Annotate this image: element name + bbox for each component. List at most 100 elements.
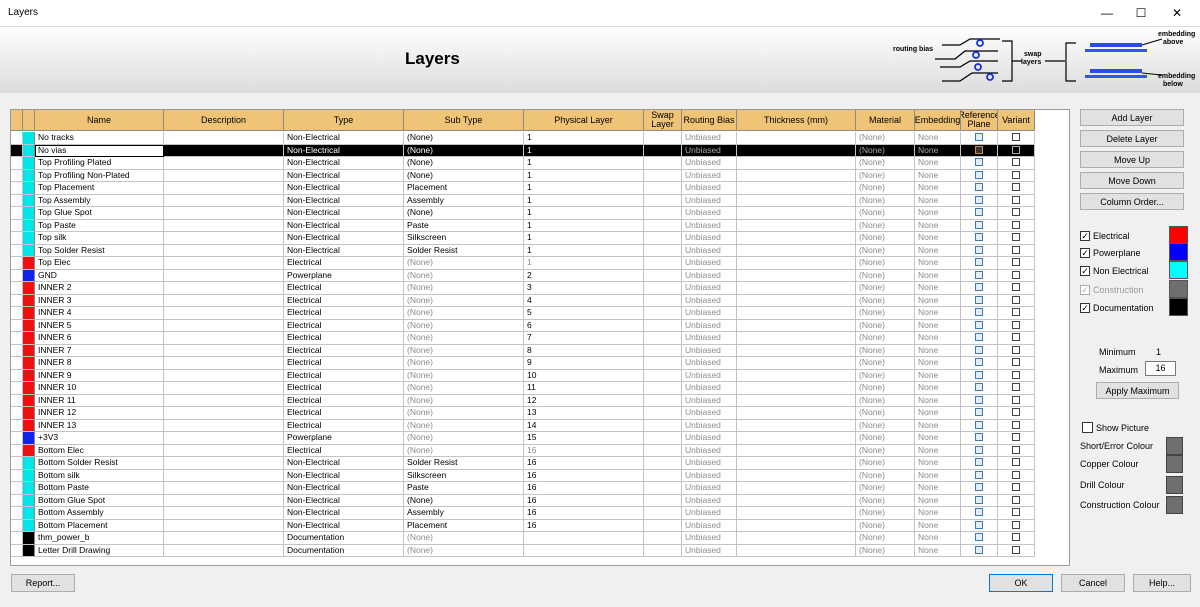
column-header-desc[interactable]: Description	[164, 110, 284, 131]
thickness-cell[interactable]	[737, 382, 856, 395]
variant-cell[interactable]	[998, 394, 1035, 407]
variant-checkbox[interactable]	[1012, 520, 1020, 529]
subtype-cell[interactable]: (None)	[404, 332, 524, 345]
embedding-cell[interactable]: None	[915, 257, 961, 270]
thickness-cell[interactable]	[737, 532, 856, 545]
row-selector[interactable]	[11, 444, 23, 457]
description-cell[interactable]	[164, 419, 284, 432]
layer-name-cell[interactable]: Top Placement	[35, 182, 164, 195]
type-cell[interactable]: Non-Electrical	[284, 194, 404, 207]
variant-cell[interactable]	[998, 157, 1035, 170]
variant-checkbox[interactable]	[1012, 470, 1020, 479]
layer-name-cell[interactable]: Bottom Paste	[35, 482, 164, 495]
thickness-cell[interactable]	[737, 294, 856, 307]
layer-name-cell[interactable]: Bottom silk	[35, 469, 164, 482]
swap-layer-cell[interactable]	[644, 332, 682, 345]
physical-layer-cell[interactable]: 15	[524, 432, 644, 445]
variant-checkbox[interactable]	[1012, 145, 1020, 154]
description-cell[interactable]	[164, 469, 284, 482]
subtype-cell[interactable]: (None)	[404, 432, 524, 445]
layer-color-swatch[interactable]	[23, 357, 35, 370]
swap-layer-cell[interactable]	[644, 494, 682, 507]
description-cell[interactable]	[164, 207, 284, 220]
construction-colour-swatch[interactable]	[1166, 496, 1183, 514]
material-cell[interactable]: (None)	[856, 282, 915, 295]
subtype-cell[interactable]: (None)	[404, 144, 524, 157]
swap-layer-cell[interactable]	[644, 344, 682, 357]
variant-cell[interactable]	[998, 257, 1035, 270]
row-selector[interactable]	[11, 357, 23, 370]
type-cell[interactable]: Non-Electrical	[284, 144, 404, 157]
row-selector[interactable]	[11, 144, 23, 157]
subtype-cell[interactable]: Assembly	[404, 507, 524, 520]
embedding-cell[interactable]: None	[915, 332, 961, 345]
layer-name-cell[interactable]: INNER 9	[35, 369, 164, 382]
swap-layer-cell[interactable]	[644, 357, 682, 370]
column-header-name[interactable]: Name	[35, 110, 164, 131]
layer-color-swatch[interactable]	[23, 332, 35, 345]
type-cell[interactable]: Powerplane	[284, 432, 404, 445]
type-cell[interactable]: Electrical	[284, 344, 404, 357]
thickness-cell[interactable]	[737, 307, 856, 320]
swap-layer-cell[interactable]	[644, 532, 682, 545]
physical-layer-cell[interactable]: 5	[524, 307, 644, 320]
layer-color-swatch[interactable]	[23, 219, 35, 232]
embedding-cell[interactable]: None	[915, 369, 961, 382]
row-selector[interactable]	[11, 344, 23, 357]
type-cell[interactable]: Electrical	[284, 369, 404, 382]
reference-plane-checkbox[interactable]	[975, 133, 983, 142]
routing-bias-cell[interactable]: Unbiased	[682, 432, 737, 445]
reference-plane-checkbox[interactable]	[975, 370, 983, 379]
drill-colour-swatch[interactable]	[1166, 476, 1183, 494]
layer-color-swatch[interactable]	[23, 232, 35, 245]
routing-bias-cell[interactable]: Unbiased	[682, 369, 737, 382]
variant-checkbox[interactable]	[1012, 358, 1020, 367]
legend-checkbox[interactable]: ✓	[1080, 248, 1090, 258]
thickness-cell[interactable]	[737, 269, 856, 282]
row-selector[interactable]	[11, 269, 23, 282]
type-cell[interactable]: Electrical	[284, 294, 404, 307]
type-cell[interactable]: Non-Electrical	[284, 494, 404, 507]
routing-bias-cell[interactable]: Unbiased	[682, 507, 737, 520]
swap-layer-cell[interactable]	[644, 219, 682, 232]
reference-plane-checkbox[interactable]	[975, 320, 983, 329]
reference-plane-checkbox[interactable]	[975, 408, 983, 417]
reference-plane-cell[interactable]	[961, 319, 998, 332]
reference-plane-checkbox[interactable]	[975, 233, 983, 242]
table-row[interactable]: thm_power_b Documentation (None) Unbiased (N…	[11, 532, 1035, 545]
layer-color-swatch[interactable]	[23, 294, 35, 307]
subtype-cell[interactable]: (None)	[404, 369, 524, 382]
subtype-cell[interactable]: (None)	[404, 282, 524, 295]
swap-layer-cell[interactable]	[644, 369, 682, 382]
table-row[interactable]: Top Glue Spot Non-Electrical (None) 1 Unbias…	[11, 207, 1035, 220]
layer-name-cell[interactable]: Top Assembly	[35, 194, 164, 207]
physical-layer-cell[interactable]: 16	[524, 469, 644, 482]
subtype-cell[interactable]: Placement	[404, 519, 524, 532]
copper-colour-swatch[interactable]	[1166, 455, 1183, 473]
swap-layer-cell[interactable]	[644, 282, 682, 295]
physical-layer-cell[interactable]: 1	[524, 157, 644, 170]
reference-plane-checkbox[interactable]	[975, 333, 983, 342]
variant-checkbox[interactable]	[1012, 545, 1020, 554]
variant-cell[interactable]	[998, 469, 1035, 482]
embedding-cell[interactable]: None	[915, 282, 961, 295]
reference-plane-cell[interactable]	[961, 307, 998, 320]
description-cell[interactable]	[164, 219, 284, 232]
swap-layer-cell[interactable]	[644, 382, 682, 395]
row-selector[interactable]	[11, 207, 23, 220]
embedding-cell[interactable]: None	[915, 194, 961, 207]
material-cell[interactable]: (None)	[856, 357, 915, 370]
description-cell[interactable]	[164, 332, 284, 345]
embedding-cell[interactable]: None	[915, 469, 961, 482]
subtype-cell[interactable]: Paste	[404, 219, 524, 232]
row-selector[interactable]	[11, 332, 23, 345]
reference-plane-cell[interactable]	[961, 257, 998, 270]
variant-checkbox[interactable]	[1012, 308, 1020, 317]
short-error-colour-swatch[interactable]	[1166, 437, 1183, 455]
routing-bias-cell[interactable]: Unbiased	[682, 519, 737, 532]
reference-plane-checkbox[interactable]	[975, 170, 983, 179]
layer-name-cell[interactable]: Bottom Placement	[35, 519, 164, 532]
variant-cell[interactable]	[998, 219, 1035, 232]
layer-color-swatch[interactable]	[23, 307, 35, 320]
routing-bias-cell[interactable]: Unbiased	[682, 419, 737, 432]
